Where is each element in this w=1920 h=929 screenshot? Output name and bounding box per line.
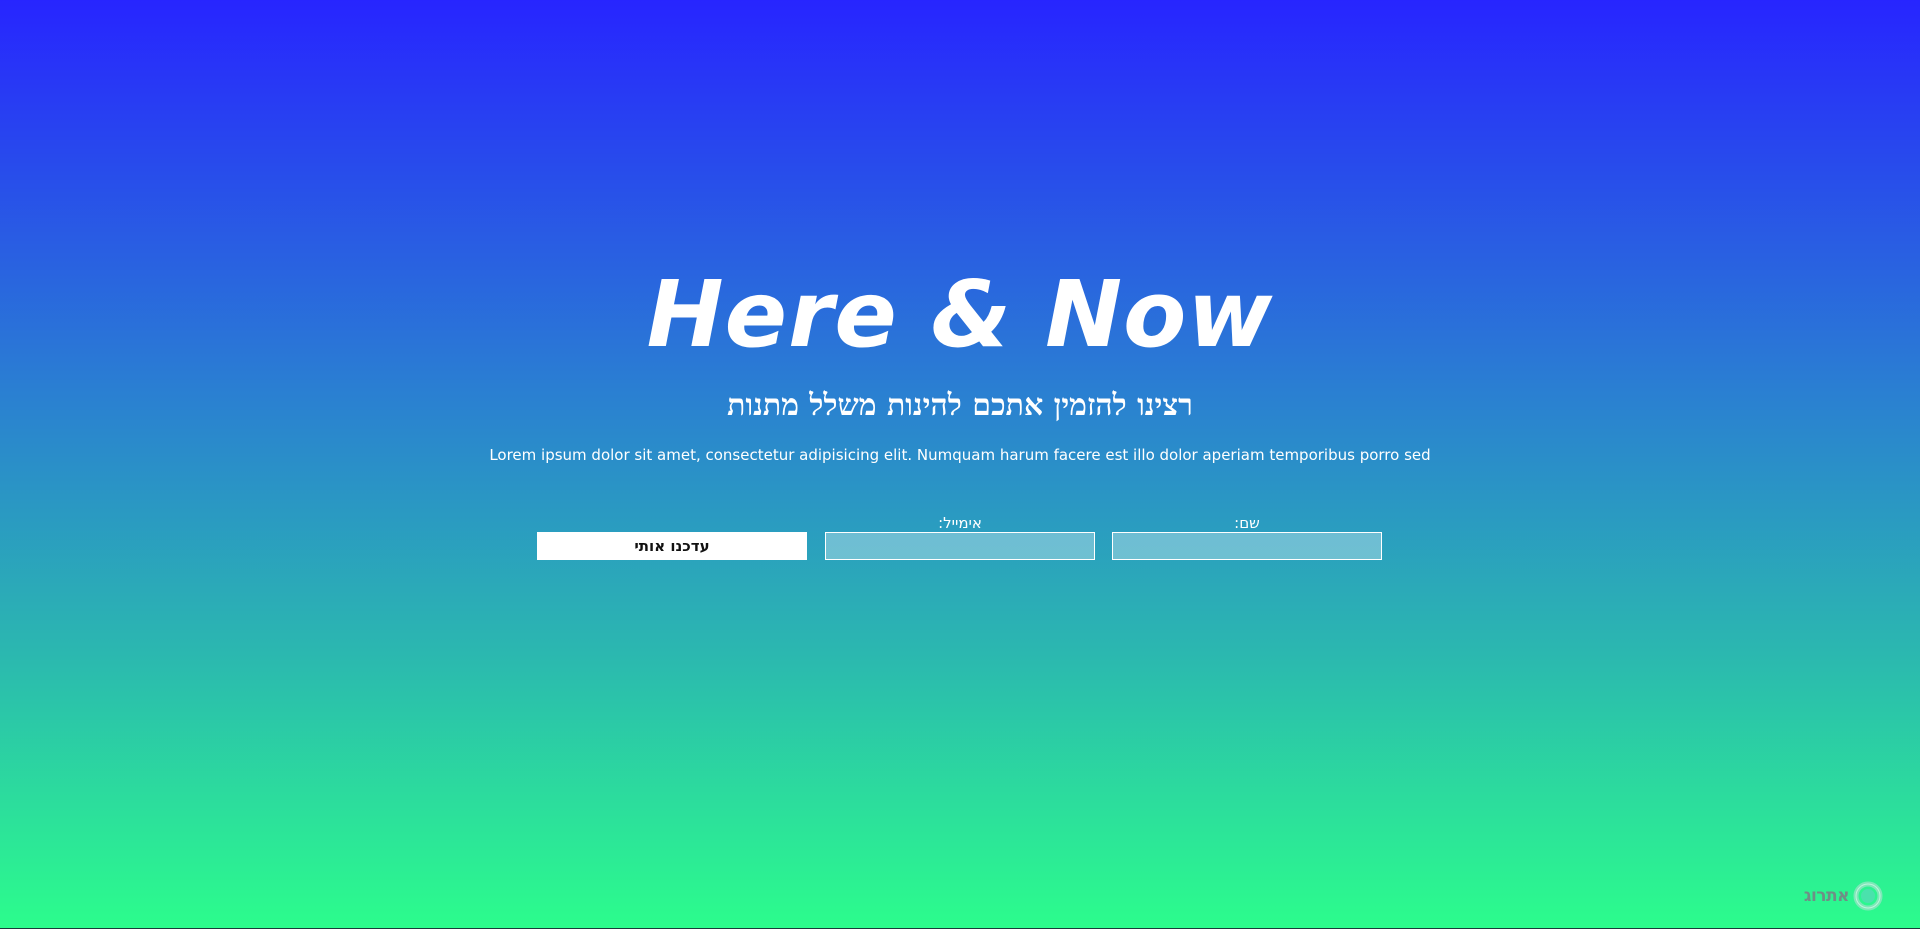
name-field-group: שם: (1112, 514, 1382, 560)
email-field-group: אימייל: (825, 514, 1095, 560)
name-input[interactable] (1112, 532, 1382, 560)
name-label: שם: (1234, 514, 1260, 532)
email-label: אימייל: (938, 514, 982, 532)
landing-hero: Here & Now רצינו להזמין אתכם להינות משלל… (0, 0, 1920, 929)
page-subtitle: רצינו להזמין אתכם להינות משלל מתנות (727, 388, 1193, 423)
page-title: Here & Now (646, 261, 1274, 368)
notify-me-button[interactable]: עדכנו אותי (537, 532, 807, 560)
subscribe-form: שם: אימייל: עדכנו אותי (537, 514, 1383, 560)
page-description: Lorem ipsum dolor sit amet, consectetur … (489, 446, 1431, 464)
logo-text: אתרוג (1803, 886, 1850, 906)
email-input[interactable] (825, 532, 1095, 560)
ring-logo-icon (1853, 881, 1883, 911)
footer-logo[interactable]: אתרוג (1804, 880, 1883, 912)
